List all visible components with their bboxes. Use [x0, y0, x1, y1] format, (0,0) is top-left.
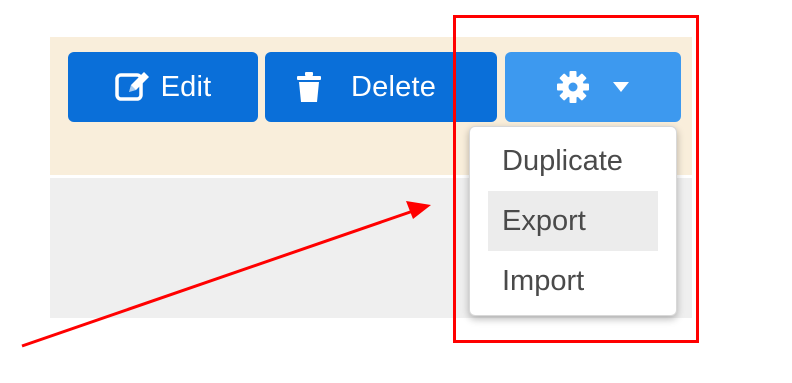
screenshot-stage: Edit Delete Duplicate Export Import	[0, 0, 792, 383]
annotation-arrow	[21, 201, 431, 348]
